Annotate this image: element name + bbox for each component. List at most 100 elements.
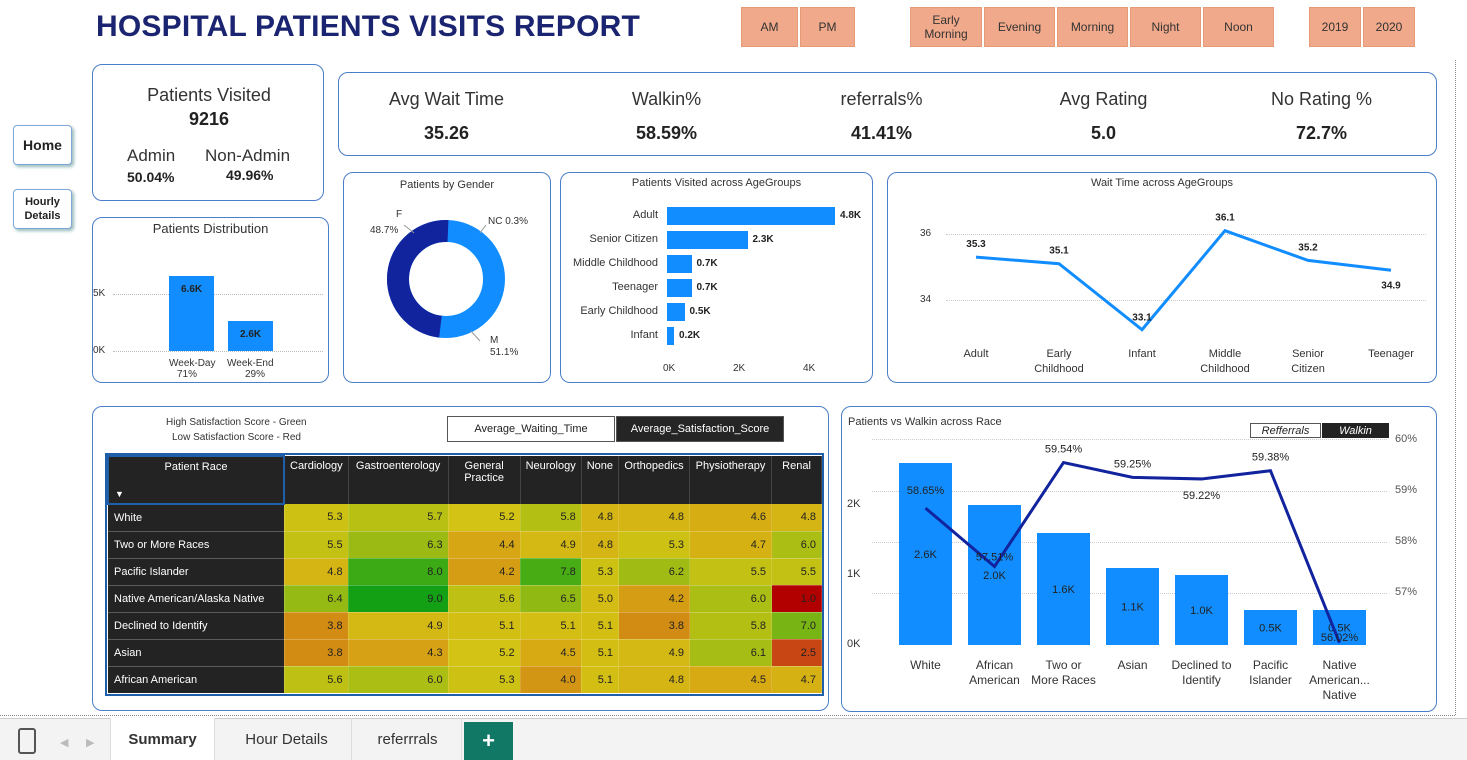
matrix-cell[interactable]: 5.8 xyxy=(689,612,773,640)
matrix-cell[interactable]: 4.9 xyxy=(348,612,449,640)
matrix-cell[interactable]: 9.0 xyxy=(348,585,449,613)
matrix-cell[interactable]: 4.2 xyxy=(448,558,521,586)
matrix-cell[interactable]: 4.8 xyxy=(618,504,691,532)
matrix-row-header[interactable]: White xyxy=(108,504,285,532)
tab-referrals[interactable]: referrrals xyxy=(354,718,462,760)
matrix-cell[interactable]: 6.4 xyxy=(284,585,349,613)
matrix-cell[interactable]: 4.3 xyxy=(348,639,449,667)
matrix-cell[interactable]: 6.1 xyxy=(689,639,773,667)
matrix-cell[interactable]: 4.8 xyxy=(581,531,620,559)
matrix-cell[interactable]: 3.8 xyxy=(284,612,349,640)
matrix-col-header[interactable]: Physiotherapy xyxy=(689,456,773,504)
matrix-cell[interactable]: 4.7 xyxy=(689,531,773,559)
matrix-row-header[interactable]: Native American/Alaska Native xyxy=(108,585,285,613)
matrix-cell[interactable]: 6.2 xyxy=(618,558,691,586)
matrix-cell[interactable]: 2.5 xyxy=(771,639,823,667)
slicer-evening[interactable]: Evening xyxy=(984,7,1055,47)
slicer-2020[interactable]: 2020 xyxy=(1363,7,1415,47)
matrix-cell[interactable]: 5.5 xyxy=(689,558,773,586)
matrix-col-header[interactable]: Neurology xyxy=(520,456,582,504)
matrix-cell[interactable]: 6.3 xyxy=(348,531,449,559)
matrix-cell[interactable]: 4.8 xyxy=(618,666,691,694)
matrix-cell[interactable]: 5.6 xyxy=(448,585,521,613)
slicer-2019[interactable]: 2019 xyxy=(1309,7,1361,47)
matrix-col-header[interactable]: None xyxy=(581,456,620,504)
matrix-cell[interactable]: 5.5 xyxy=(771,558,823,586)
matrix-cell[interactable]: 4.9 xyxy=(520,531,582,559)
hourly-details-button[interactable]: Hourly Details xyxy=(13,189,72,229)
patients-distribution-chart[interactable]: Patients Distribution 5K 0K 6.6K 2.6K Wee… xyxy=(92,217,329,383)
matrix-cell[interactable]: 5.1 xyxy=(581,612,620,640)
matrix-cell[interactable]: 3.8 xyxy=(618,612,691,640)
race-combo-chart[interactable]: Patients vs Walkin across Race Refferral… xyxy=(841,406,1437,712)
matrix-cell[interactable]: 5.3 xyxy=(448,666,521,694)
matrix-cell[interactable]: 7.8 xyxy=(520,558,582,586)
scroll-right-icon[interactable]: ▶ xyxy=(86,736,94,749)
slicer-noon[interactable]: Noon xyxy=(1203,7,1274,47)
matrix-cell[interactable]: 5.1 xyxy=(581,639,620,667)
agegroups-bar-chart[interactable]: Patients Visited across AgeGroups Adult 4… xyxy=(560,172,873,383)
matrix-cell[interactable]: 6.0 xyxy=(348,666,449,694)
agegroup-bar[interactable] xyxy=(667,327,674,345)
matrix-cell[interactable]: 6.0 xyxy=(689,585,773,613)
add-page-button[interactable]: + xyxy=(464,722,513,760)
matrix-row-header[interactable]: African American xyxy=(108,666,285,694)
matrix-cell[interactable]: 5.2 xyxy=(448,639,521,667)
matrix-cell[interactable]: 7.0 xyxy=(771,612,823,640)
matrix-cell[interactable]: 4.5 xyxy=(520,639,582,667)
home-button[interactable]: Home xyxy=(13,125,72,165)
slicer-night[interactable]: Night xyxy=(1130,7,1201,47)
matrix-cell[interactable]: 5.6 xyxy=(284,666,349,694)
matrix-cell[interactable]: 4.8 xyxy=(284,558,349,586)
matrix-cell[interactable]: 5.1 xyxy=(581,666,620,694)
matrix-cell[interactable]: 5.3 xyxy=(284,504,349,532)
matrix-cell[interactable]: 3.8 xyxy=(284,639,349,667)
matrix-cell[interactable]: 4.4 xyxy=(448,531,521,559)
matrix-col-header[interactable]: Gastroenterology xyxy=(348,456,449,504)
matrix-cell[interactable]: 5.1 xyxy=(520,612,582,640)
waittime-line-chart[interactable]: Wait Time across AgeGroups 36 34 35.3 Adu… xyxy=(887,172,1437,383)
matrix-cell[interactable]: 6.5 xyxy=(520,585,582,613)
slicer-am[interactable]: AM xyxy=(741,7,798,47)
matrix-cell[interactable]: 5.3 xyxy=(618,531,691,559)
matrix-cell[interactable]: 4.2 xyxy=(618,585,691,613)
avg-satisfaction-score-button[interactable]: Average_Satisfaction_Score xyxy=(616,416,784,442)
matrix-cell[interactable]: 5.7 xyxy=(348,504,449,532)
matrix-col-header[interactable]: General Practice xyxy=(448,456,521,504)
matrix-row-header[interactable]: Asian xyxy=(108,639,285,667)
scroll-left-icon[interactable]: ◀ xyxy=(60,736,68,749)
matrix-cell[interactable]: 5.8 xyxy=(520,504,582,532)
matrix-row-header[interactable]: Declined to Identify xyxy=(108,612,285,640)
matrix-cell[interactable]: 4.0 xyxy=(520,666,582,694)
matrix-corner-header[interactable]: Patient Race ▼ xyxy=(107,455,285,505)
matrix-col-header[interactable]: Renal xyxy=(771,456,823,504)
matrix-cell[interactable]: 5.2 xyxy=(448,504,521,532)
matrix-col-header[interactable]: Cardiology xyxy=(284,456,349,504)
matrix-col-header[interactable]: Orthopedics xyxy=(618,456,691,504)
phone-layout-icon[interactable] xyxy=(18,728,36,754)
slicer-morning[interactable]: Morning xyxy=(1057,7,1128,47)
matrix-row-header[interactable]: Two or More Races xyxy=(108,531,285,559)
matrix-cell[interactable]: 5.0 xyxy=(581,585,620,613)
matrix-cell[interactable]: 5.1 xyxy=(448,612,521,640)
tab-summary[interactable]: Summary xyxy=(110,718,215,760)
agegroup-bar[interactable] xyxy=(667,303,685,321)
matrix-cell[interactable]: 4.9 xyxy=(618,639,691,667)
matrix-cell[interactable]: 6.0 xyxy=(771,531,823,559)
matrix-cell[interactable]: 5.5 xyxy=(284,531,349,559)
slicer-early-morning[interactable]: Early Morning xyxy=(910,7,982,47)
gender-donut-chart[interactable]: Patients by Gender F 48.7% NC 0.3% M 51.… xyxy=(343,172,551,383)
matrix-cell[interactable]: 4.6 xyxy=(689,504,773,532)
matrix-cell[interactable]: 1.0 xyxy=(771,585,823,613)
matrix-cell[interactable]: 4.7 xyxy=(771,666,823,694)
matrix-row-header[interactable]: Pacific Islander xyxy=(108,558,285,586)
tab-hour-details[interactable]: Hour Details xyxy=(222,718,352,760)
agegroup-bar[interactable] xyxy=(667,231,748,249)
matrix-cell[interactable]: 5.3 xyxy=(581,558,620,586)
agegroup-bar[interactable] xyxy=(667,255,692,273)
agegroup-bar[interactable] xyxy=(667,207,835,225)
matrix-cell[interactable]: 4.5 xyxy=(689,666,773,694)
slicer-pm[interactable]: PM xyxy=(800,7,855,47)
matrix-cell[interactable]: 4.8 xyxy=(771,504,823,532)
matrix-cell[interactable]: 4.8 xyxy=(581,504,620,532)
